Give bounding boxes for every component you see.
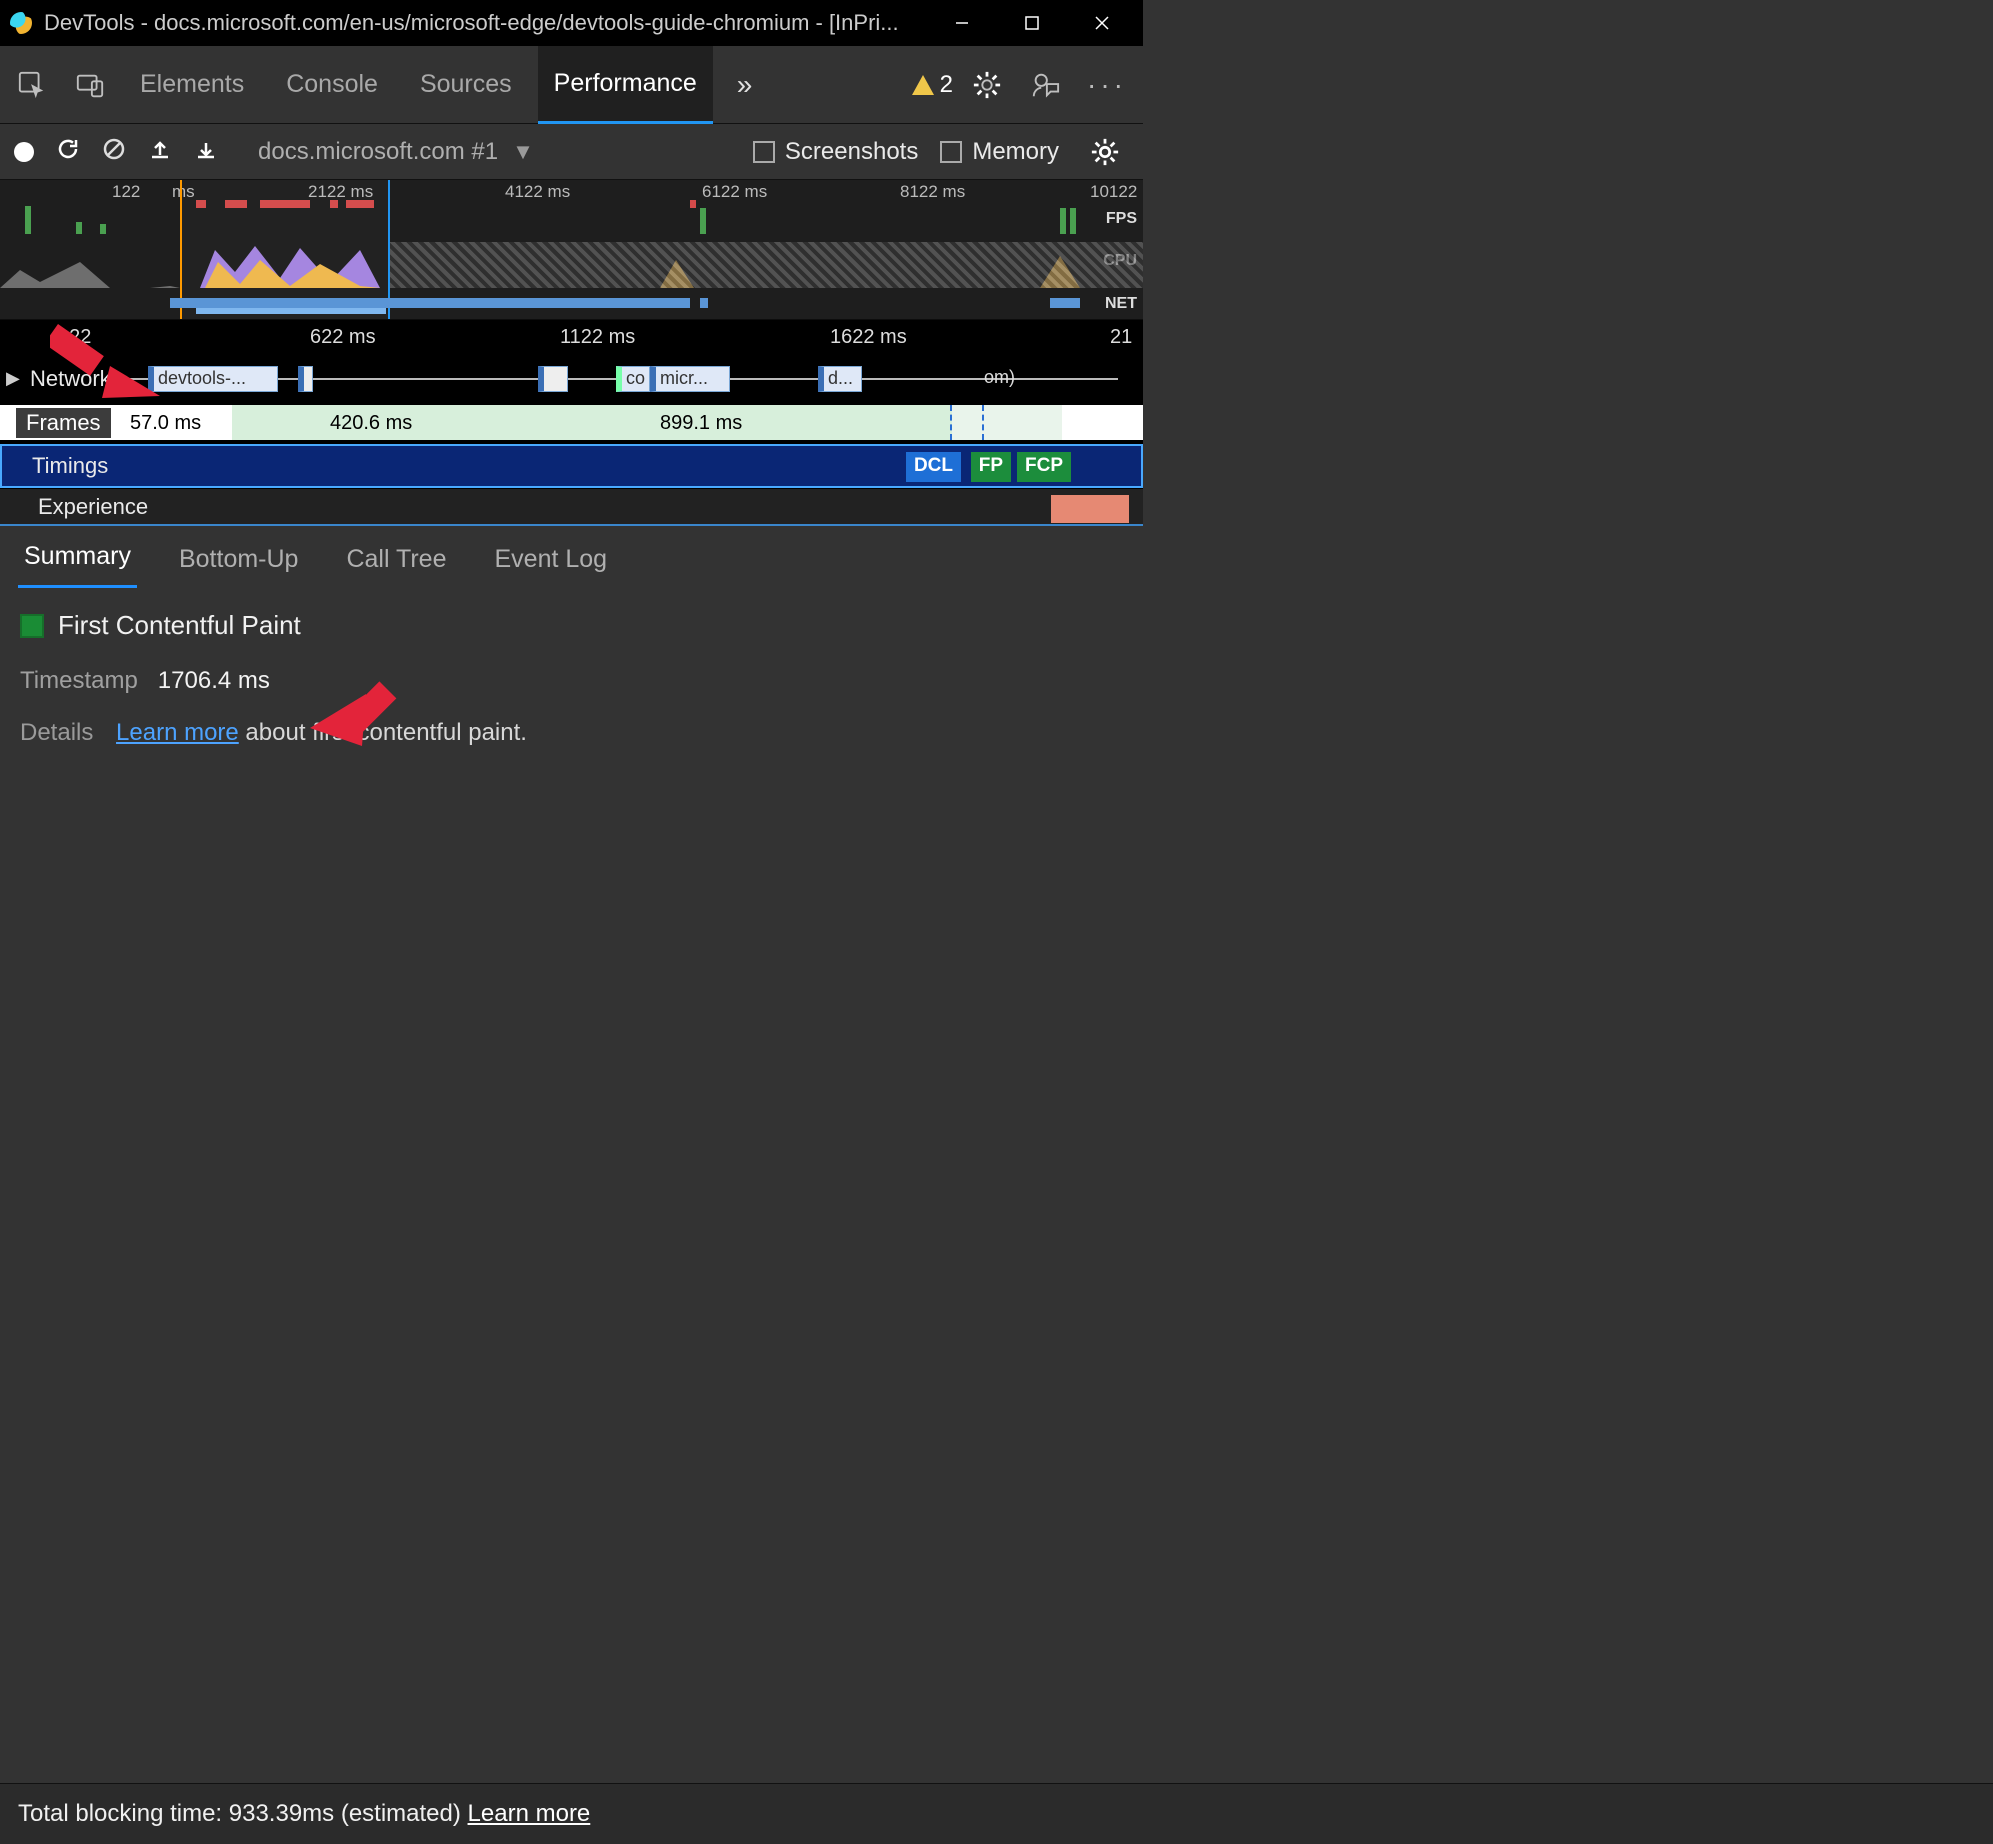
details-label: Details <box>20 719 93 746</box>
network-item[interactable]: micr... <box>650 366 730 392</box>
fps-label: FPS <box>1106 210 1137 228</box>
network-item[interactable] <box>538 366 568 392</box>
window-titlebar: DevTools - docs.microsoft.com/en-us/micr… <box>0 0 1143 46</box>
overview-dimmed-region <box>390 242 1143 288</box>
feedback-icon[interactable] <box>1021 62 1069 108</box>
blocking-time-footer: Total blocking time: 933.39ms (estimated… <box>0 1783 1993 1844</box>
reload-button[interactable] <box>56 137 80 167</box>
tab-performance[interactable]: Performance <box>538 46 713 124</box>
window-close-button[interactable] <box>1067 0 1137 46</box>
recording-select[interactable]: docs.microsoft.com #1▼ <box>258 138 534 166</box>
overview-ruler: 122 ms 2122 ms 4122 ms 6122 ms 8122 ms 1… <box>0 180 1143 202</box>
tab-sources[interactable]: Sources <box>404 46 528 124</box>
warning-count: 2 <box>940 71 953 99</box>
network-row[interactable]: ▶ Network devtools-... co micr... d... o… <box>0 356 1143 400</box>
device-toolbar-icon[interactable] <box>66 62 114 108</box>
load-profile-button[interactable] <box>148 137 172 167</box>
overview-timeline[interactable]: 122 ms 2122 ms 4122 ms 6122 ms 8122 ms 1… <box>0 180 1143 320</box>
summary-tabbar: Summary Bottom-Up Call Tree Event Log <box>0 524 1143 588</box>
screenshots-checkbox[interactable]: Screenshots <box>753 138 918 166</box>
tab-eventlog[interactable]: Event Log <box>489 531 614 588</box>
timestamp-value: 1706.4 ms <box>158 667 270 695</box>
timing-fcp[interactable]: FCP <box>1017 452 1071 482</box>
edge-icon <box>10 12 32 34</box>
window-minimize-button[interactable] <box>927 0 997 46</box>
warnings-badge[interactable]: 2 <box>912 71 953 99</box>
details-tail: about first contentful paint. <box>239 719 527 746</box>
more-tabs-button[interactable]: » <box>723 69 767 101</box>
summary-pane: First Contentful Paint Timestamp 1706.4 … <box>0 588 1143 757</box>
detail-ruler[interactable]: 122 622 ms 1122 ms 1622 ms 21 <box>0 320 1143 356</box>
performance-toolbar: docs.microsoft.com #1▼ Screenshots Memor… <box>0 124 1143 180</box>
chevron-down-icon: ▼ <box>512 139 534 164</box>
tab-calltree[interactable]: Call Tree <box>340 531 452 588</box>
network-item: om) <box>980 366 1040 392</box>
network-item[interactable]: d... <box>818 366 862 392</box>
network-item[interactable] <box>298 366 313 392</box>
tab-summary[interactable]: Summary <box>18 528 137 588</box>
memory-checkbox[interactable]: Memory <box>940 138 1059 166</box>
network-item[interactable]: devtools-... <box>148 366 278 392</box>
capture-settings-icon[interactable] <box>1081 129 1129 175</box>
tab-bottomup[interactable]: Bottom-Up <box>173 531 304 588</box>
timing-dcl[interactable]: DCL <box>906 452 961 482</box>
fcp-color-swatch <box>20 614 44 638</box>
window-maximize-button[interactable] <box>997 0 1067 46</box>
network-item[interactable]: co <box>616 366 650 392</box>
frames-row[interactable]: 57.0 ms 420.6 ms 899.1 ms Frames <box>0 400 1143 444</box>
summary-title: First Contentful Paint <box>58 610 301 641</box>
footer-learn-more-link[interactable]: Learn more <box>468 1800 591 1827</box>
save-profile-button[interactable] <box>194 137 218 167</box>
experience-row[interactable]: Experience <box>0 488 1143 524</box>
inspect-element-icon[interactable] <box>8 62 56 108</box>
timestamp-label: Timestamp <box>20 667 138 695</box>
timings-row[interactable]: Timings DCL FP FCP <box>0 444 1143 488</box>
devtools-tabbar: Elements Console Sources Performance » 2… <box>0 46 1143 124</box>
window-title: DevTools - docs.microsoft.com/en-us/micr… <box>44 10 915 36</box>
tab-elements[interactable]: Elements <box>124 46 260 124</box>
kebab-menu-icon[interactable]: ··· <box>1079 69 1135 101</box>
record-button[interactable] <box>14 142 34 162</box>
experience-block[interactable] <box>1051 495 1129 523</box>
timing-fp[interactable]: FP <box>971 452 1011 482</box>
settings-icon[interactable] <box>963 62 1011 108</box>
tab-console[interactable]: Console <box>270 46 394 124</box>
learn-more-link[interactable]: Learn more <box>116 719 239 746</box>
warning-icon <box>912 75 934 95</box>
clear-button[interactable] <box>102 137 126 167</box>
